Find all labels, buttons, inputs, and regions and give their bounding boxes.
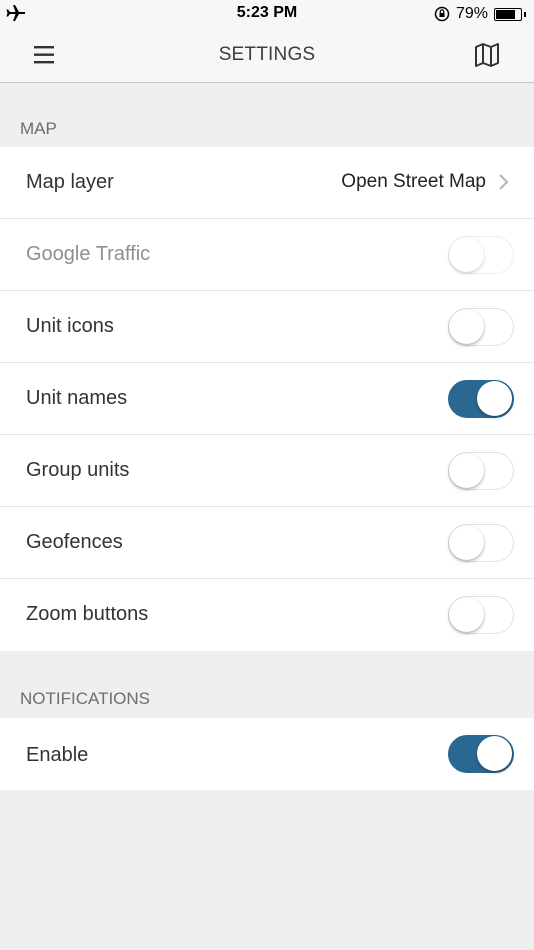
- notifications-settings-group: Enable: [0, 718, 534, 790]
- unit-names-row: Unit names: [0, 363, 534, 435]
- battery-percent: 79%: [455, 5, 488, 22]
- map-layer-label: Map layer: [26, 171, 114, 193]
- section-header-map: MAP: [20, 119, 57, 138]
- zoom-buttons-toggle[interactable]: [448, 596, 514, 634]
- enable-notifications-label: Enable: [26, 744, 89, 766]
- map-settings-group: Map layer Open Street Map Google Traffic…: [0, 147, 534, 651]
- google-traffic-label: Google Traffic: [26, 243, 151, 265]
- map-icon[interactable]: [470, 42, 504, 68]
- enable-notifications-row: Enable: [0, 718, 534, 790]
- geofences-toggle[interactable]: [448, 524, 514, 562]
- unit-icons-toggle[interactable]: [448, 308, 514, 346]
- group-units-toggle[interactable]: [448, 452, 514, 490]
- toggle-knob: [449, 237, 484, 272]
- chevron-right-icon: [499, 174, 509, 190]
- orientation-lock-icon: [434, 6, 450, 22]
- toggle-knob: [477, 736, 512, 771]
- zoom-buttons-row: Zoom buttons: [0, 579, 534, 651]
- toggle-knob: [449, 525, 484, 560]
- unit-names-toggle[interactable]: [448, 380, 514, 418]
- navigation-bar: SETTINGS: [0, 28, 534, 83]
- toggle-knob: [449, 309, 484, 344]
- battery-icon: [494, 7, 522, 21]
- zoom-buttons-label: Zoom buttons: [26, 603, 149, 625]
- map-layer-value: Open Street Map: [341, 171, 486, 192]
- enable-notifications-toggle[interactable]: [448, 735, 514, 773]
- unit-icons-label: Unit icons: [26, 315, 114, 337]
- group-units-row: Group units: [0, 435, 534, 507]
- geofences-row: Geofences: [0, 507, 534, 579]
- toggle-knob: [449, 597, 484, 632]
- battery-tip: [524, 11, 526, 17]
- unit-icons-row: Unit icons: [0, 291, 534, 363]
- battery-fill: [496, 9, 515, 19]
- toggle-knob: [449, 453, 484, 488]
- geofences-label: Geofences: [26, 531, 123, 553]
- google-traffic-row: Google Traffic: [0, 219, 534, 291]
- group-units-label: Group units: [26, 459, 130, 481]
- section-header-notifications: NOTIFICATIONS: [20, 689, 151, 708]
- toggle-knob: [477, 381, 512, 416]
- status-right-group: 79%: [434, 3, 526, 25]
- unit-names-label: Unit names: [26, 387, 128, 409]
- page-title: SETTINGS: [218, 44, 316, 65]
- google-traffic-toggle: [448, 236, 514, 274]
- status-bar: 5:23 PM 79%: [0, 0, 534, 28]
- map-layer-row[interactable]: Map layer Open Street Map: [0, 147, 534, 219]
